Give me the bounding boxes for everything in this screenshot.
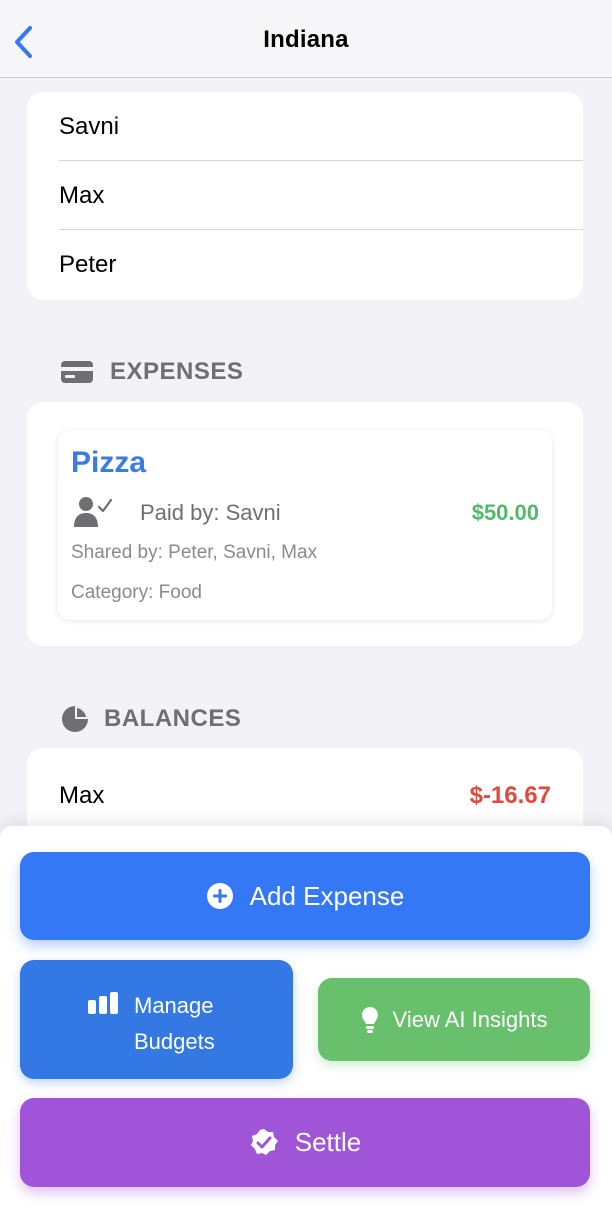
view-ai-insights-label: View AI Insights [392, 1006, 548, 1032]
balance-name: Max [59, 782, 105, 809]
manage-budgets-button[interactable]: Manage Budgets [20, 960, 293, 1079]
credit-card-icon [60, 359, 94, 385]
expense-title: Pizza [71, 446, 147, 479]
action-panel: Add Expense Manage Budgets View AI Insig… [0, 826, 612, 1210]
settle-button[interactable]: Settle [20, 1098, 590, 1187]
pie-chart-icon [60, 704, 90, 734]
shared-by-text: Shared by: Peter, Savni, Max [71, 542, 318, 563]
manage-budgets-label: Manage Budgets [134, 988, 274, 1060]
manage-budgets-line1: Manage [134, 993, 214, 1018]
person-check-icon [73, 496, 113, 533]
checkmark-seal-icon [249, 1128, 279, 1158]
expenses-header-label: EXPENSES [110, 358, 244, 385]
lightbulb-icon [361, 1006, 379, 1034]
balances-header-label: BALANCES [104, 705, 242, 732]
member-row-peter[interactable]: Peter [27, 230, 583, 299]
expenses-section-header: EXPENSES [60, 358, 243, 386]
view-ai-insights-button[interactable]: View AI Insights [318, 978, 590, 1061]
balance-row[interactable]: Max $-16.67 [59, 782, 551, 810]
plus-circle-icon [206, 882, 234, 910]
manage-budgets-line2: Budgets [134, 1029, 215, 1054]
expenses-card: Pizza Paid by: Savni $50.00 Shared by: P… [27, 402, 583, 646]
category-text: Category: Food [71, 582, 202, 603]
add-expense-label: Add Expense [249, 880, 405, 911]
page-title: Indiana [263, 26, 349, 53]
member-row-max[interactable]: Max [27, 161, 583, 230]
expense-amount: $50.00 [471, 500, 539, 525]
settle-label: Settle [294, 1127, 362, 1157]
paid-by-text: Paid by: Savni [140, 500, 281, 525]
balance-amount: $-16.67 [469, 782, 551, 809]
balances-section-header: BALANCES [60, 704, 241, 734]
navigation-bar: Indiana [0, 0, 612, 78]
member-row-savni[interactable]: Savni [27, 92, 583, 161]
add-expense-button[interactable]: Add Expense [20, 852, 590, 940]
bar-chart-icon [88, 992, 118, 1020]
expense-item[interactable]: Pizza Paid by: Savni $50.00 Shared by: P… [58, 430, 552, 620]
members-list: Savni Max Peter [27, 92, 583, 300]
